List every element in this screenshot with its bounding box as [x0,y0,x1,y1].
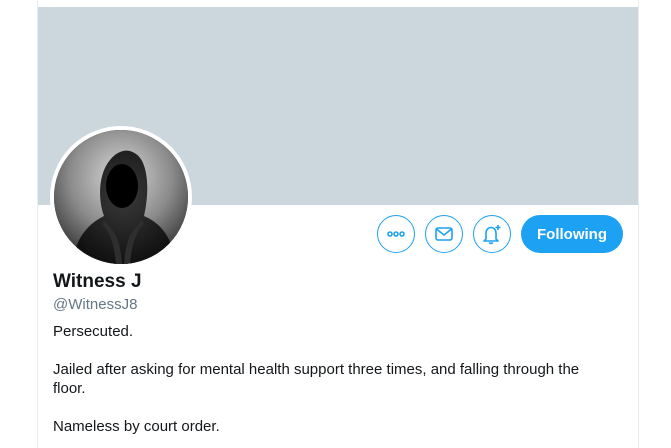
profile-handle[interactable]: @WitnessJ8 [53,296,137,313]
message-button[interactable] [425,215,463,253]
bio-line: Jailed after asking for mental health su… [53,361,580,397]
more-button[interactable] [377,215,415,253]
bell-plus-icon [483,225,501,245]
envelope-icon [435,227,453,241]
notifications-button[interactable] [473,215,511,253]
bio-line: Persecuted. [53,323,134,340]
profile-card: Following Witness J @WitnessJ8 Persecute… [37,0,639,448]
hooded-figure-image [54,130,188,264]
profile-display-name: Witness J [53,271,142,292]
bio-line: Nameless by court order. [53,418,220,435]
following-button[interactable]: Following [521,215,623,253]
profile-actions: Following [367,214,623,254]
more-horizontal-icon [387,231,405,237]
avatar[interactable] [50,126,192,268]
profile-bio: Persecuted. Jailed after asking for ment… [53,322,613,448]
